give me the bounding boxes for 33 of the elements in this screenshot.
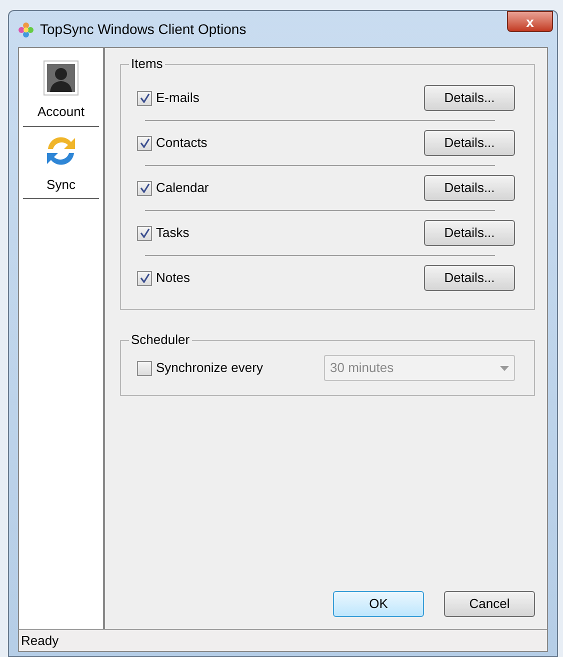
details-button[interactable]: Details...	[424, 85, 515, 111]
checkbox-label: Tasks	[156, 224, 190, 242]
checkbox[interactable]	[137, 90, 152, 106]
checkbox-label: Notes	[156, 269, 190, 288]
details-button[interactable]: Details...	[424, 265, 515, 291]
check-icon	[140, 183, 150, 193]
close-button[interactable]: x	[507, 11, 553, 32]
checkbox-label: Calendar	[156, 179, 209, 198]
checkbox[interactable]	[137, 136, 152, 150]
checkbox-label: Contacts	[156, 134, 208, 152]
details-button[interactable]: Details...	[424, 220, 515, 246]
checkbox[interactable]	[137, 270, 152, 286]
checkbox-label: E-mails	[156, 89, 200, 108]
checkbox-label: Synchronize every	[156, 359, 263, 378]
dropdown-arrow-icon	[500, 366, 509, 370]
status-text: Ready	[21, 632, 59, 650]
check-icon	[140, 273, 150, 283]
checkbox[interactable]	[137, 180, 152, 196]
details-button[interactable]: Details...	[424, 175, 515, 201]
window-title: TopSync Windows Client Options	[40, 20, 246, 39]
check-icon	[140, 93, 150, 103]
details-button[interactable]: Details...	[424, 130, 515, 156]
sidebar-label: Account	[38, 103, 84, 121]
dialog-button[interactable]: OK	[333, 591, 424, 617]
person-icon	[43, 60, 79, 96]
checkbox[interactable]	[137, 226, 152, 240]
check-icon	[140, 138, 150, 148]
sidebar-item[interactable]: Account	[23, 60, 99, 126]
dialog-button[interactable]: Cancel	[444, 591, 535, 617]
flower-logo-icon	[18, 22, 34, 38]
checkbox[interactable]	[137, 360, 152, 376]
sidebar-label: Sync	[46, 176, 76, 194]
check-icon	[140, 228, 150, 238]
